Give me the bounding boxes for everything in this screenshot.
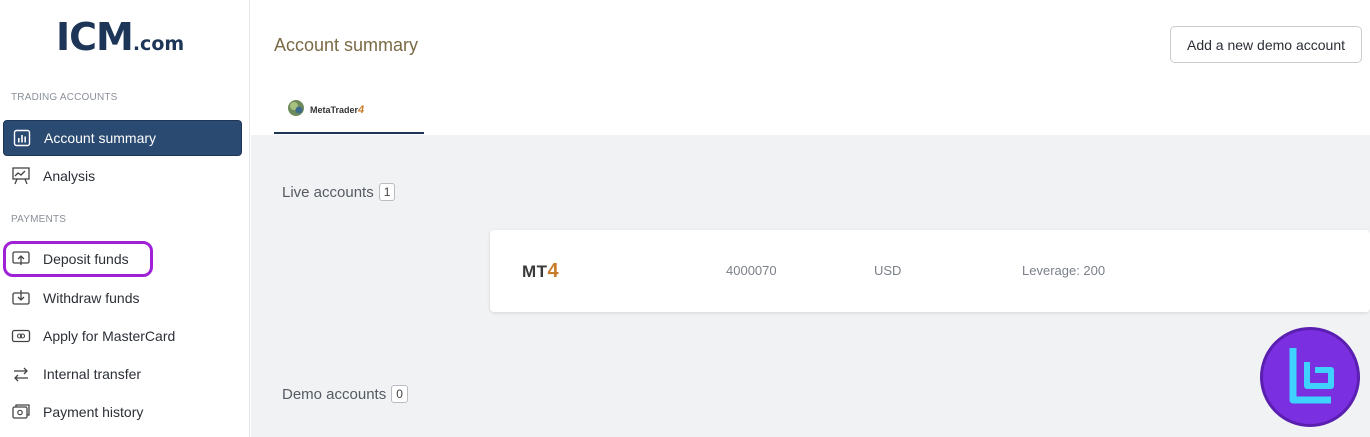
tab-metatrader4[interactable]: MetaTrader4 xyxy=(274,88,424,134)
add-demo-account-button[interactable]: Add a new demo account xyxy=(1170,26,1362,63)
account-row[interactable]: MT4 4000070 USD Leverage: 200 xyxy=(490,230,1370,312)
deposit-icon xyxy=(11,249,31,269)
sidebar-item-label: Apply for MasterCard xyxy=(43,328,176,344)
watermark-badge-icon xyxy=(1260,327,1360,427)
sidebar-item-internal-transfer[interactable]: Internal transfer xyxy=(3,356,242,392)
account-leverage: Leverage: 200 xyxy=(1022,263,1106,278)
section-label-trading: TRADING ACCOUNTS xyxy=(11,92,118,103)
analysis-board-icon xyxy=(11,166,31,186)
sidebar-item-label: Deposit funds xyxy=(43,251,129,267)
card-icon xyxy=(11,326,31,346)
account-number: 4000070 xyxy=(726,263,777,278)
logo-sub-text: .com xyxy=(132,33,185,55)
sidebar-item-deposit-funds[interactable]: Deposit funds xyxy=(3,241,153,277)
metatrader-logo-icon xyxy=(286,98,306,123)
sidebar-item-account-summary[interactable]: Account summary xyxy=(3,120,242,156)
sidebar-item-label: Analysis xyxy=(43,168,96,184)
sidebar-item-label: Internal transfer xyxy=(43,366,142,382)
demo-accounts-count: 0 xyxy=(391,385,408,403)
sidebar: ICM .com TRADING ACCOUNTS Account summar… xyxy=(0,0,250,437)
sidebar-item-apply-mastercard[interactable]: Apply for MasterCard xyxy=(3,318,242,354)
page-title: Account summary xyxy=(274,35,419,55)
live-accounts-heading: Live accounts 1 xyxy=(282,183,396,201)
withdraw-icon xyxy=(11,288,31,308)
account-currency: USD xyxy=(874,263,902,278)
sidebar-item-label: Withdraw funds xyxy=(43,290,140,306)
icm-logo[interactable]: ICM .com xyxy=(56,16,184,56)
history-icon xyxy=(11,402,31,422)
sidebar-item-payment-history[interactable]: Payment history xyxy=(3,394,242,430)
sidebar-item-label: Account summary xyxy=(44,130,157,146)
sidebar-item-withdraw-funds[interactable]: Withdraw funds xyxy=(3,280,242,316)
sidebar-item-analysis[interactable]: Analysis xyxy=(3,158,242,194)
main-content: Account summary Add a new demo account M… xyxy=(251,0,1370,437)
tab-label: MetaTrader4 xyxy=(310,104,365,116)
chart-icon xyxy=(12,128,32,148)
live-accounts-count: 1 xyxy=(378,183,396,201)
demo-accounts-heading: Demo accounts 0 xyxy=(282,385,408,403)
sidebar-item-label: Payment history xyxy=(43,404,144,420)
logo-main-text: ICM xyxy=(56,15,134,59)
accounts-area: Live accounts 1 MT4 4000070 USD Leverage… xyxy=(251,135,1370,437)
section-label-payments: PAYMENTS xyxy=(11,214,67,225)
transfer-arrows-icon xyxy=(11,364,31,384)
platform-label: MT4 xyxy=(522,260,560,282)
